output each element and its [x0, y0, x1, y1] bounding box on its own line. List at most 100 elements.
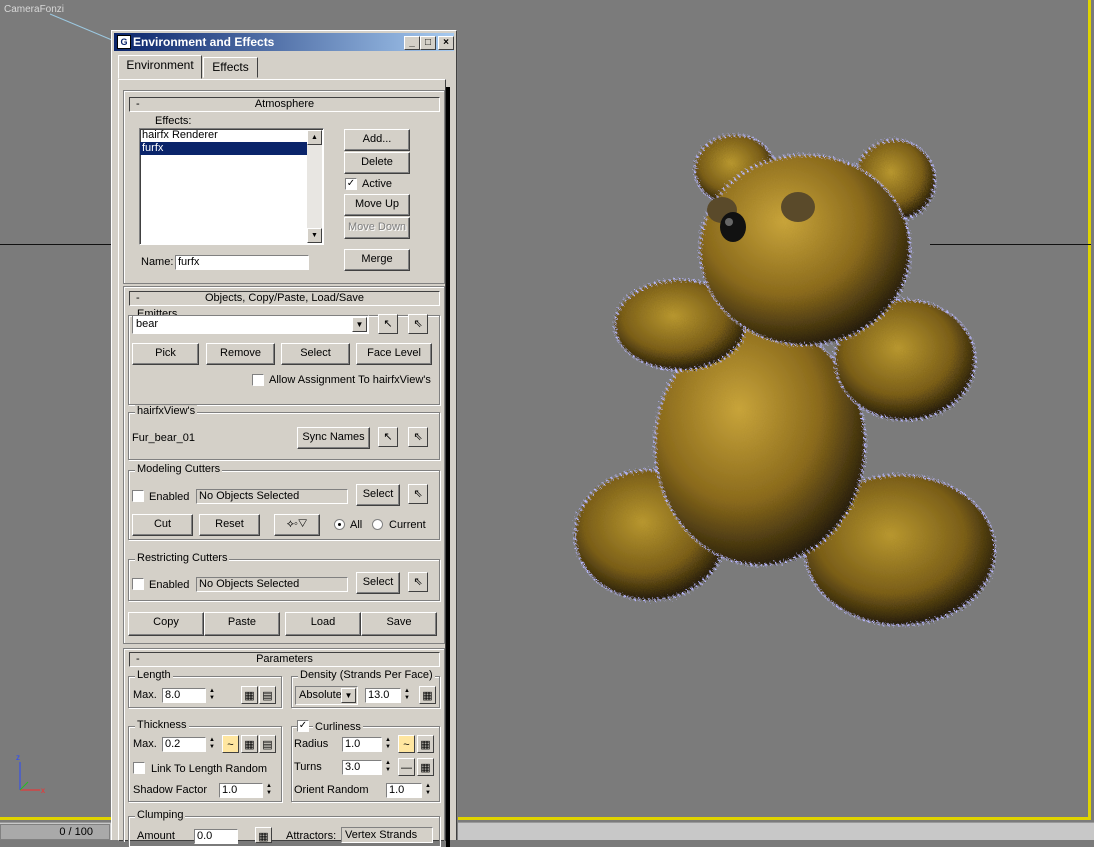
chevron-down-icon[interactable]: ▼: [352, 317, 367, 332]
tab-environment[interactable]: Environment: [118, 55, 202, 79]
orient-random-field[interactable]: 1.0: [386, 783, 422, 798]
thickness-label: Thickness: [135, 719, 189, 731]
select-by-name-icon[interactable]: ⇖: [408, 572, 428, 592]
dialog-titlebar[interactable]: G Environment and Effects _ □ ×: [114, 33, 454, 51]
map-icon[interactable]: ▦: [255, 827, 272, 843]
current-radio[interactable]: [372, 519, 383, 530]
attractors-dropdown[interactable]: Vertex Strands: [341, 827, 433, 843]
svg-text:x: x: [41, 786, 45, 795]
curve-icon[interactable]: ~: [398, 735, 415, 753]
orient-random-label: Orient Random: [294, 784, 369, 796]
copy-button[interactable]: Copy: [128, 612, 204, 636]
atmosphere-rollout-header[interactable]: - Atmosphere: [129, 97, 440, 112]
cut-button[interactable]: Cut: [132, 514, 193, 536]
add-button[interactable]: Add...: [344, 129, 410, 151]
select-by-name-icon[interactable]: ⇖: [408, 484, 428, 504]
modeling-select-button[interactable]: Select: [356, 484, 400, 506]
name-field[interactable]: furfx: [175, 255, 309, 270]
scroll-down-icon[interactable]: ▼: [307, 228, 322, 243]
map-icon[interactable]: ▦: [241, 735, 258, 753]
allow-assignment-checkbox[interactable]: [252, 374, 264, 386]
delete-button[interactable]: Delete: [344, 152, 410, 174]
minimize-button[interactable]: _: [404, 36, 420, 50]
parameters-title: Parameters: [256, 653, 313, 665]
length-max-label: Max.: [133, 689, 157, 701]
curliness-checkbox[interactable]: ✓: [297, 720, 309, 732]
paste-button[interactable]: Paste: [204, 612, 280, 636]
thickness-max-field[interactable]: 0.2: [162, 737, 206, 752]
face-level-button[interactable]: Face Level: [356, 343, 432, 365]
turns-spinner-icon[interactable]: ▲ ▼: [383, 760, 393, 775]
map-settings-icon[interactable]: ▤: [259, 735, 276, 753]
flat-curve-icon[interactable]: —: [398, 758, 415, 776]
all-label: All: [350, 519, 363, 531]
collapse-icon: -: [136, 292, 140, 304]
effects-listbox[interactable]: hairfx Renderer furfx ▲ ▼: [139, 128, 324, 245]
move-down-button[interactable]: Move Down: [344, 217, 410, 239]
orient-spinner-icon[interactable]: ▲ ▼: [423, 783, 433, 798]
panel-scrollbar[interactable]: [446, 87, 450, 847]
load-button[interactable]: Load: [285, 612, 361, 636]
density-value-field[interactable]: 13.0: [365, 688, 401, 703]
cutter-mode-icon[interactable]: ⟡◦▽: [274, 514, 320, 536]
sync-names-button[interactable]: Sync Names: [297, 427, 370, 449]
map-icon[interactable]: ▦: [241, 686, 258, 704]
restricting-select-button[interactable]: Select: [356, 572, 400, 594]
turns-field[interactable]: 3.0: [342, 760, 382, 775]
axis-tripod: z x: [16, 753, 45, 795]
remove-button[interactable]: Remove: [206, 343, 275, 365]
map-icon[interactable]: ▦: [419, 686, 436, 704]
length-max-field[interactable]: 8.0: [162, 688, 206, 703]
current-label: Current: [389, 519, 426, 531]
map-settings-icon[interactable]: ▤: [259, 686, 276, 704]
select-arrow-icon[interactable]: ↖: [378, 314, 398, 334]
shadow-spinner-icon[interactable]: ▲ ▼: [264, 783, 274, 798]
amount-field[interactable]: 0.0: [194, 829, 238, 844]
pick-button[interactable]: Pick: [132, 343, 199, 365]
link-length-checkbox[interactable]: [133, 762, 145, 774]
map-icon[interactable]: ▦: [417, 758, 434, 776]
chevron-down-icon[interactable]: ▼: [341, 688, 356, 703]
list-item-selected[interactable]: furfx: [140, 142, 307, 155]
list-item[interactable]: hairfx Renderer: [140, 129, 323, 142]
merge-button[interactable]: Merge: [344, 249, 410, 271]
scroll-up-icon[interactable]: ▲: [307, 130, 322, 145]
all-radio[interactable]: [334, 519, 345, 530]
restricting-enabled-checkbox[interactable]: [132, 578, 144, 590]
move-up-button[interactable]: Move Up: [344, 194, 410, 216]
modeling-enabled-checkbox[interactable]: [132, 490, 144, 502]
close-button[interactable]: ×: [438, 36, 454, 50]
curve-icon[interactable]: ~: [222, 735, 239, 753]
radius-field[interactable]: 1.0: [342, 737, 382, 752]
hairfxview-value: Fur_bear_01: [132, 432, 195, 444]
length-label: Length: [135, 669, 173, 681]
emitter-dropdown[interactable]: bear ▼: [132, 315, 369, 334]
atmosphere-title: Atmosphere: [254, 98, 315, 110]
map-icon[interactable]: ▦: [417, 735, 434, 753]
active-checkbox[interactable]: ✓: [345, 178, 357, 190]
density-mode-dropdown[interactable]: Absolute ▼: [295, 686, 358, 705]
maximize-button[interactable]: □: [420, 36, 436, 50]
reset-button[interactable]: Reset: [199, 514, 260, 536]
max-app-icon: G: [117, 35, 131, 49]
select-emitter-button[interactable]: Select: [281, 343, 350, 365]
shadow-factor-field[interactable]: 1.0: [219, 783, 263, 798]
frame-counter[interactable]: 0 / 100: [0, 824, 110, 840]
objects-rollout-header[interactable]: - Objects, Copy/Paste, Load/Save: [129, 291, 440, 306]
length-spinner-icon[interactable]: ▲ ▼: [207, 688, 217, 703]
name-label: Name:: [141, 256, 174, 268]
environment-effects-dialog: G Environment and Effects _ □ × Environm…: [111, 30, 457, 847]
select-by-name-icon[interactable]: ⇖: [408, 314, 428, 334]
objects-rollout: - Objects, Copy/Paste, Load/Save Emitter…: [123, 286, 445, 644]
save-button[interactable]: Save: [361, 612, 437, 636]
select-arrow-icon[interactable]: ↖: [378, 427, 398, 447]
tab-effects[interactable]: Effects: [203, 57, 258, 78]
radius-spinner-icon[interactable]: ▲ ▼: [383, 737, 393, 752]
thickness-spinner-icon[interactable]: ▲ ▼: [207, 737, 217, 752]
hairfxview-label: hairfxView's: [135, 405, 198, 417]
select-by-name-icon[interactable]: ⇖: [408, 427, 428, 447]
listbox-scrollbar[interactable]: ▲ ▼: [307, 130, 322, 243]
density-spinner-icon[interactable]: ▲ ▼: [402, 688, 412, 703]
parameters-rollout-header[interactable]: - Parameters: [129, 652, 440, 667]
density-label: Density (Strands Per Face): [298, 669, 435, 681]
